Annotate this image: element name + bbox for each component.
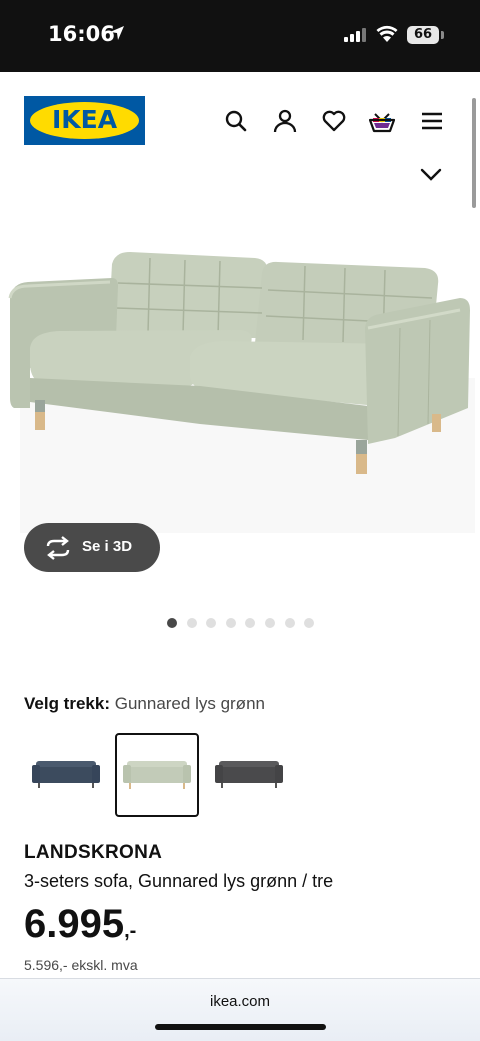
view-in-3d-label: Se i 3D	[82, 538, 133, 555]
status-bar: 16:06 66	[0, 0, 480, 72]
heart-icon[interactable]	[321, 108, 347, 134]
swatch-light-green-selected[interactable]	[115, 733, 199, 817]
status-time: 16:06	[48, 22, 115, 46]
location-arrow-icon	[110, 26, 124, 40]
sofa-thumbnail-icon	[215, 761, 283, 788]
variant-label: Velg trekk: Gunnared lys grønn	[24, 694, 265, 714]
browser-url-bar[interactable]: ikea.com	[0, 978, 480, 1041]
carousel-dot[interactable]	[304, 618, 315, 628]
chevron-down-icon[interactable]	[420, 168, 442, 182]
variant-label-key: Velg trekk:	[24, 694, 110, 713]
cellular-signal-icon	[344, 28, 366, 42]
product-name: LANDSKRONA	[24, 842, 163, 863]
battery-cap	[441, 31, 444, 39]
carousel-dot[interactable]	[284, 618, 295, 628]
menu-icon[interactable]	[419, 108, 445, 134]
swatch-dark-blue[interactable]	[24, 733, 108, 817]
carousel-dot[interactable]	[245, 618, 256, 628]
product-image-sofa[interactable]	[0, 228, 480, 538]
view-in-3d-button[interactable]: Se i 3D	[24, 523, 160, 572]
swatch-dark-grey[interactable]	[207, 733, 291, 817]
battery-icon: 66	[407, 26, 439, 44]
variant-label-value: Gunnared lys grønn	[114, 694, 265, 713]
account-icon[interactable]	[272, 108, 298, 134]
price-value: 6.995	[24, 902, 125, 946]
home-indicator[interactable]	[155, 1024, 326, 1030]
logo-text: IKEA	[51, 105, 118, 134]
carousel-dot[interactable]	[186, 618, 197, 628]
carousel-dot[interactable]	[206, 618, 217, 628]
carousel-dot[interactable]	[225, 618, 236, 628]
sofa-thumbnail-icon	[32, 761, 100, 788]
price-suffix: ,-	[124, 920, 137, 942]
search-icon[interactable]	[223, 108, 249, 134]
rotate-3d-icon	[46, 536, 70, 560]
cart-icon[interactable]	[369, 108, 395, 134]
sofa-thumbnail-icon	[123, 761, 191, 789]
url-text[interactable]: ikea.com	[0, 993, 480, 1010]
carousel-dot[interactable]	[264, 618, 275, 628]
carousel-dot[interactable]	[167, 618, 177, 628]
ikea-logo[interactable]: IKEA	[24, 96, 145, 145]
price-ex-vat: 5.596,- ekskl. mva	[24, 957, 138, 973]
site-header: IKEA	[0, 72, 480, 162]
product-description: 3-seters sofa, Gunnared lys grønn / tre	[24, 871, 334, 891]
wifi-icon	[376, 25, 398, 42]
carousel-dots	[167, 618, 315, 628]
product-price: 6.995,-	[24, 902, 136, 947]
scroll-indicator[interactable]	[472, 98, 476, 208]
